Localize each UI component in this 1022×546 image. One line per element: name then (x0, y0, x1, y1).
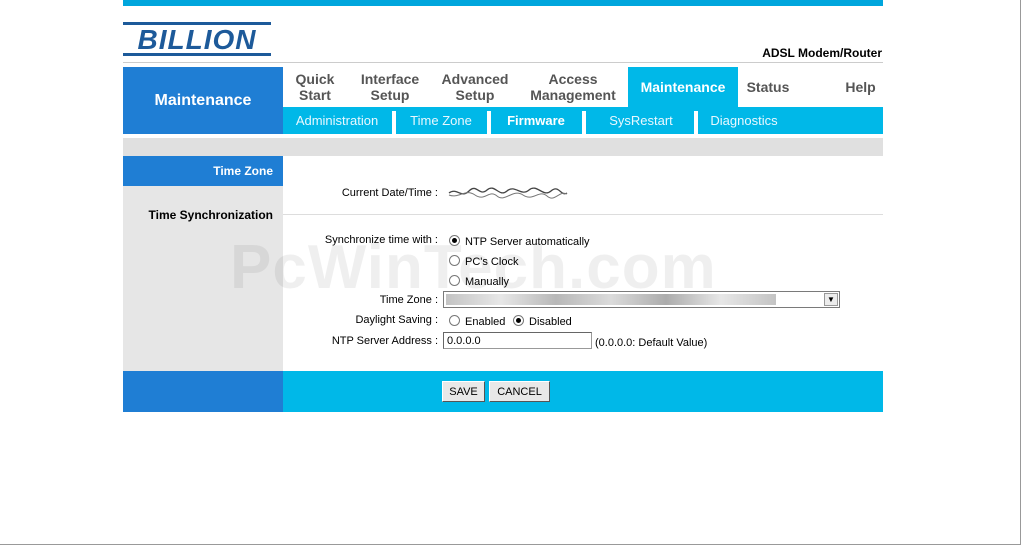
dst-disabled-radio[interactable] (513, 315, 524, 326)
subtab-sysrestart[interactable]: SysRestart (587, 107, 695, 134)
tab-label: Start (299, 87, 331, 103)
tab-label: Status (746, 79, 790, 95)
subnav-separator (582, 111, 586, 134)
tab-help[interactable]: Help (818, 67, 903, 107)
sidebar-time-zone: Time Zone (123, 156, 283, 186)
ntp-server-input[interactable] (443, 332, 592, 349)
tab-label: Setup (455, 87, 495, 103)
tab-interface-setup[interactable]: Interface Setup (351, 67, 429, 107)
sub-nav: Administration Time Zone Firmware SysRes… (283, 107, 883, 134)
subtab-administration[interactable]: Administration (283, 107, 391, 134)
main-nav: Quick Start Interface Setup Advanced Setup … (283, 67, 883, 107)
sync-pc-label: PC's Clock (465, 256, 519, 268)
sync-manual-label: Manually (465, 276, 510, 288)
footer-left-block (123, 371, 283, 412)
sync-ntp-label: NTP Server automatically (465, 236, 590, 248)
tab-label: Management (530, 87, 616, 103)
tab-quick-start[interactable]: Quick Start (283, 67, 347, 107)
ntp-server-label: NTP Server Address : (331, 335, 438, 347)
chevron-down-icon[interactable]: ▼ (824, 293, 838, 306)
tab-status[interactable]: Status (738, 67, 798, 107)
top-accent-strip (123, 0, 883, 6)
tab-access-management[interactable]: Access Management (523, 67, 623, 107)
section-title: Maintenance (123, 67, 283, 134)
tab-label: Access (548, 71, 598, 87)
redacted-datetime (448, 187, 568, 199)
tab-label: Maintenance (640, 79, 726, 95)
current-datetime-label: Current Date/Time : (341, 187, 438, 199)
tab-label: Help (845, 79, 876, 95)
sync-ntp-radio[interactable] (449, 235, 460, 246)
sidebar-time-synchronization: Time Synchronization (148, 208, 273, 222)
sync-pc-radio[interactable] (449, 255, 460, 266)
footer-bar (283, 371, 883, 412)
content-top-band (123, 138, 883, 156)
subtab-time-zone[interactable]: Time Zone (397, 107, 485, 134)
subtab-firmware[interactable]: Firmware (492, 107, 580, 134)
subnav-separator (487, 111, 491, 134)
tab-label: Setup (370, 87, 410, 103)
dst-enabled-label: Enabled (465, 316, 506, 328)
header-divider (123, 62, 883, 63)
tab-advanced-setup[interactable]: Advanced Setup (433, 67, 517, 107)
sync-manual-radio[interactable] (449, 275, 460, 286)
billion-logo: BILLION (123, 22, 271, 56)
subtab-diagnostics[interactable]: Diagnostics (699, 107, 789, 134)
dst-disabled-label: Disabled (529, 316, 572, 328)
svg-text:BILLION: BILLION (138, 24, 257, 55)
subnav-separator (694, 111, 698, 134)
save-button[interactable]: SAVE (442, 381, 485, 402)
tab-label: Interface (360, 71, 420, 87)
cancel-button[interactable]: CANCEL (489, 381, 550, 402)
tab-label: Quick (295, 71, 335, 87)
tab-label: Advanced (441, 71, 509, 87)
model-name: ADSL Modem/Router (762, 46, 882, 60)
tab-maintenance[interactable]: Maintenance (628, 67, 738, 107)
sync-label: Synchronize time with : (324, 234, 438, 246)
section-divider (283, 214, 883, 215)
redacted-timezone-value (446, 294, 776, 305)
daylight-saving-label: Daylight Saving : (355, 314, 438, 326)
timezone-select[interactable]: ▼ (443, 291, 840, 308)
dst-enabled-radio[interactable] (449, 315, 460, 326)
ntp-hint: (0.0.0.0: Default Value) (595, 337, 708, 349)
subnav-separator (392, 111, 396, 134)
timezone-label: Time Zone : (379, 294, 438, 306)
